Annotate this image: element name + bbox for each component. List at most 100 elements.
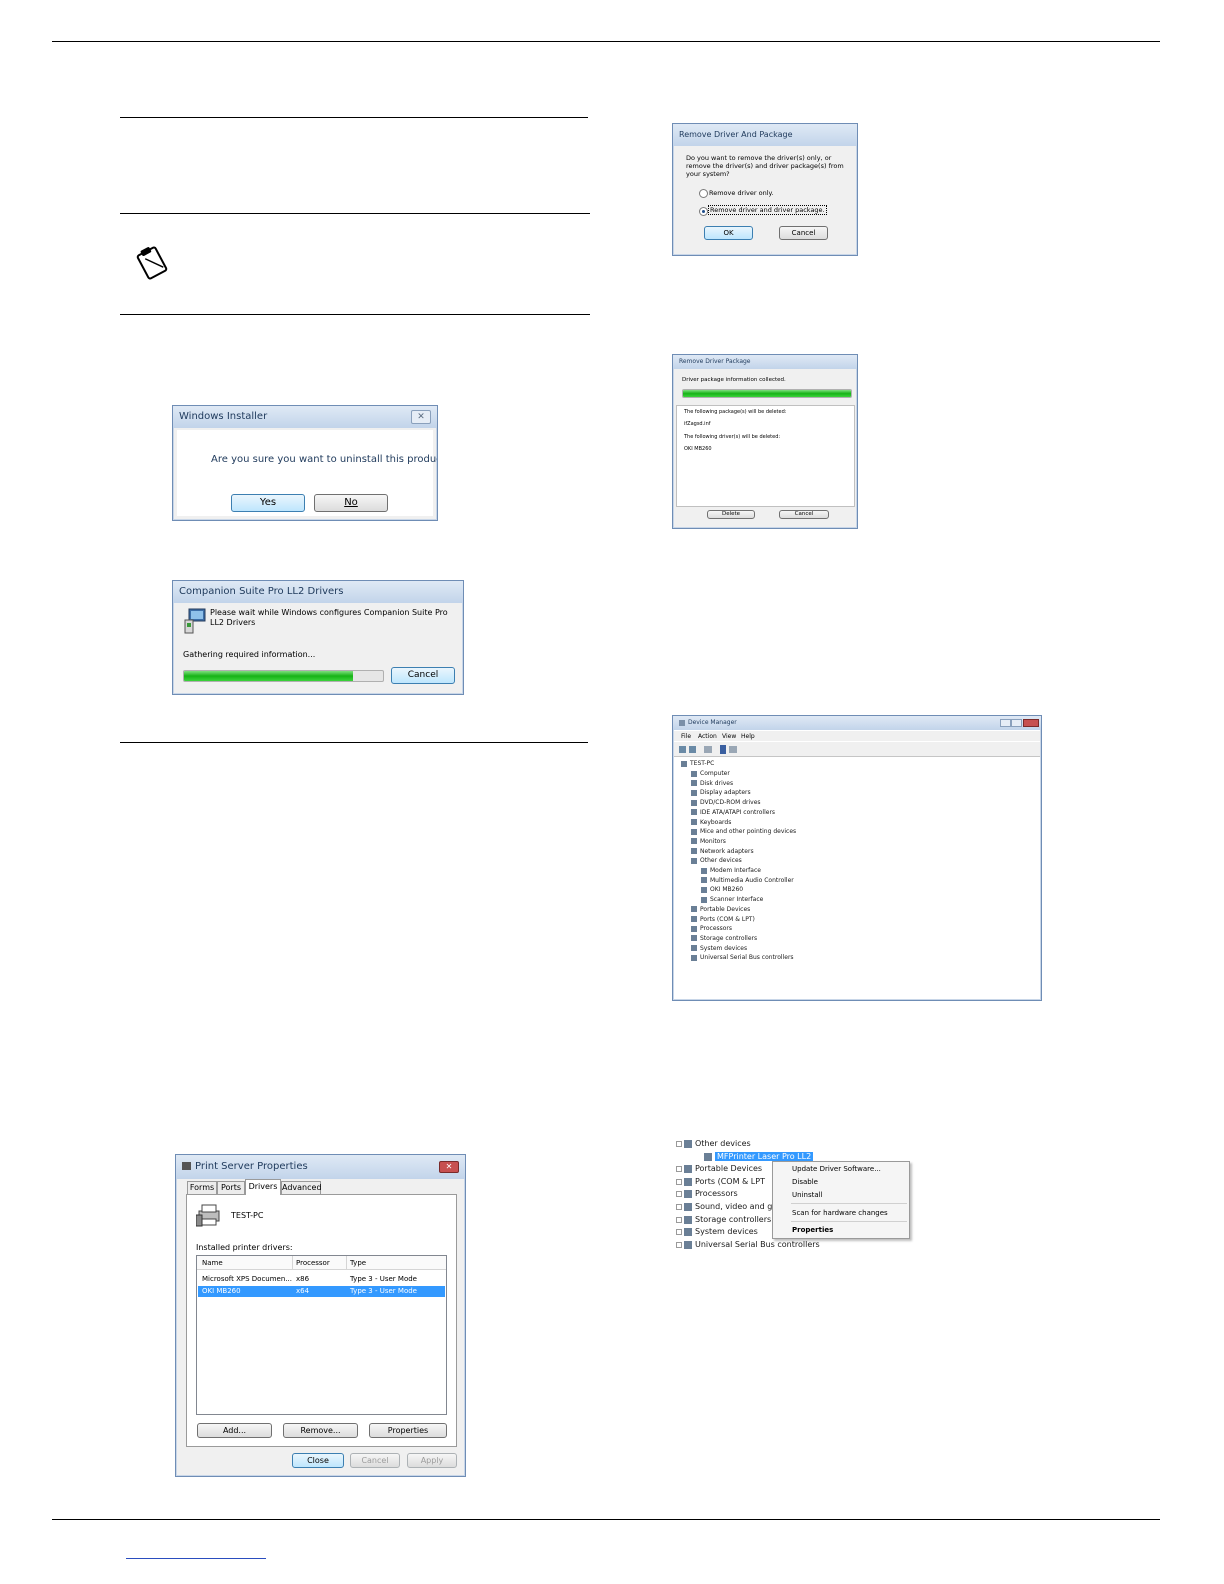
menu-uninstall[interactable]: Uninstall xyxy=(792,1191,823,1199)
menu-view[interactable]: View xyxy=(722,733,736,740)
tree-item-label: Portable Devices xyxy=(700,905,751,913)
view-icon[interactable] xyxy=(729,746,737,753)
menu-file[interactable]: File xyxy=(681,733,691,740)
tree-item[interactable]: Mice and other pointing devices xyxy=(691,828,796,835)
expand-icon[interactable] xyxy=(676,1228,682,1235)
apply-button[interactable]: Apply xyxy=(407,1453,457,1468)
tree-root[interactable]: TEST-PC xyxy=(681,760,714,767)
menu-update-driver[interactable]: Update Driver Software... xyxy=(792,1165,881,1173)
delete-button[interactable]: Delete xyxy=(707,510,755,519)
remove-driver-package-label[interactable]: Remove driver and driver package. xyxy=(708,205,827,215)
device-icon xyxy=(701,867,707,874)
menu-help[interactable]: Help xyxy=(741,733,755,740)
close-button[interactable]: Close xyxy=(292,1453,344,1468)
menu-scan-hardware[interactable]: Scan for hardware changes xyxy=(792,1209,888,1217)
column-processor[interactable]: Processor xyxy=(296,1259,330,1267)
tree-item[interactable]: OKI MB260 xyxy=(701,886,743,893)
tree-item[interactable]: Storage controllers xyxy=(676,1215,771,1224)
tab-advanced[interactable]: Advanced xyxy=(281,1181,322,1194)
tree-item[interactable]: Processors xyxy=(691,925,732,932)
remove-driver-package-radio[interactable] xyxy=(699,207,708,216)
close-icon[interactable] xyxy=(1023,719,1039,727)
tree-item[interactable]: Disk drives xyxy=(691,780,733,787)
tree-item[interactable]: Multimedia Audio Controller xyxy=(701,877,794,884)
tree-item[interactable]: Storage controllers xyxy=(691,935,757,942)
forward-icon[interactable] xyxy=(689,746,696,753)
wait-message: Please wait while Windows configures Com… xyxy=(210,608,448,627)
toolbar xyxy=(674,742,1040,757)
expand-icon[interactable] xyxy=(676,1241,682,1248)
menu-properties[interactable]: Properties xyxy=(792,1226,833,1234)
menu-action[interactable]: Action xyxy=(698,733,717,740)
column-type[interactable]: Type xyxy=(350,1259,366,1267)
tree-item[interactable]: System devices xyxy=(691,945,747,952)
tree-item[interactable]: Network adapters xyxy=(691,848,754,855)
minimize-icon[interactable] xyxy=(1000,719,1011,727)
device-icon xyxy=(704,1152,712,1161)
cancel-button[interactable]: Cancel xyxy=(391,667,455,684)
remove-driver-only-label[interactable]: Remove driver only. xyxy=(709,189,774,197)
tree-item[interactable]: DVD/CD-ROM drives xyxy=(691,799,761,806)
close-icon[interactable]: ✕ xyxy=(411,410,431,424)
tree-item[interactable]: Portable Devices xyxy=(691,906,750,913)
device-icon xyxy=(691,838,697,845)
tree-item[interactable]: Ports (COM & LPT) xyxy=(691,916,755,923)
tree-item[interactable]: Ports (COM & LPT xyxy=(676,1177,765,1186)
tree-item[interactable]: Other devices xyxy=(691,857,742,864)
tree-item[interactable]: Other devices xyxy=(676,1139,751,1148)
properties-button[interactable]: Properties xyxy=(369,1423,447,1438)
tree-item-selected[interactable]: MFPrinter Laser Pro LL2 xyxy=(704,1152,814,1161)
properties-icon[interactable] xyxy=(704,746,712,753)
tree-item[interactable]: Keyboards xyxy=(691,819,731,826)
tab-drivers[interactable]: Drivers xyxy=(245,1179,281,1195)
no-button[interactable]: No xyxy=(314,494,388,512)
tree-item[interactable]: System devices xyxy=(676,1227,758,1236)
tree-item[interactable]: Monitors xyxy=(691,838,726,845)
expand-icon[interactable] xyxy=(676,1140,682,1147)
expand-icon[interactable] xyxy=(676,1216,682,1223)
tree-item-label: Universal Serial Bus controllers xyxy=(695,1240,820,1249)
menu-disable[interactable]: Disable xyxy=(792,1178,818,1186)
back-icon[interactable] xyxy=(679,746,686,753)
tab-ports[interactable]: Ports xyxy=(217,1181,245,1194)
tree-item[interactable]: IDE ATA/ATAPI controllers xyxy=(691,809,775,816)
table-row[interactable]: Microsoft XPS Documen... x86 Type 3 - Us… xyxy=(198,1274,445,1285)
tree-item[interactable]: Universal Serial Bus controllers xyxy=(691,954,794,961)
remove-button[interactable]: Remove... xyxy=(283,1423,358,1438)
column-name[interactable]: Name xyxy=(202,1259,223,1267)
device-icon xyxy=(691,770,697,777)
expand-icon[interactable] xyxy=(676,1178,682,1185)
tree-item[interactable]: Universal Serial Bus controllers xyxy=(676,1240,820,1249)
expand-icon[interactable] xyxy=(676,1190,682,1197)
remove-driver-only-radio[interactable] xyxy=(699,189,708,198)
tab-forms[interactable]: Forms xyxy=(187,1181,217,1194)
cancel-button[interactable]: Cancel xyxy=(779,510,829,519)
close-icon[interactable]: ✕ xyxy=(439,1161,459,1173)
ok-button[interactable]: OK xyxy=(704,226,753,240)
tree-item[interactable]: Portable Devices xyxy=(676,1164,762,1173)
tree-item[interactable]: Display adapters xyxy=(691,789,751,796)
tree-item-label: Computer xyxy=(700,770,730,777)
expand-icon[interactable] xyxy=(676,1165,682,1172)
row-processor: x86 xyxy=(296,1275,310,1283)
maximize-icon[interactable] xyxy=(1011,719,1022,727)
tree-item[interactable]: Scanner Interface xyxy=(701,896,763,903)
cancel-button[interactable]: Cancel xyxy=(350,1453,400,1468)
tree-item-label: Portable Devices xyxy=(695,1164,763,1173)
tree-item[interactable]: Sound, video and g xyxy=(676,1202,772,1211)
tree-item-label: MFPrinter Laser Pro LL2 xyxy=(715,1152,814,1161)
printer-icon xyxy=(182,1162,191,1170)
help-icon[interactable] xyxy=(720,745,726,754)
tree-item[interactable]: Modem Interface xyxy=(701,867,761,874)
table-row-selected[interactable]: OKI MB260 x64 Type 3 - User Mode xyxy=(198,1286,445,1297)
expand-icon[interactable] xyxy=(676,1203,682,1210)
tree-item-label: Modem Interface xyxy=(710,867,761,874)
companion-drivers-dialog: Companion Suite Pro LL2 Drivers Please w… xyxy=(172,580,464,695)
add-button[interactable]: Add... xyxy=(197,1423,272,1438)
tree-item[interactable]: Computer xyxy=(691,770,730,777)
dialog-title: Windows Installer xyxy=(173,406,437,428)
device-icon xyxy=(684,1164,692,1173)
cancel-button[interactable]: Cancel xyxy=(779,226,828,240)
yes-button[interactable]: Yes xyxy=(231,494,305,512)
tree-item[interactable]: Processors xyxy=(676,1189,738,1198)
